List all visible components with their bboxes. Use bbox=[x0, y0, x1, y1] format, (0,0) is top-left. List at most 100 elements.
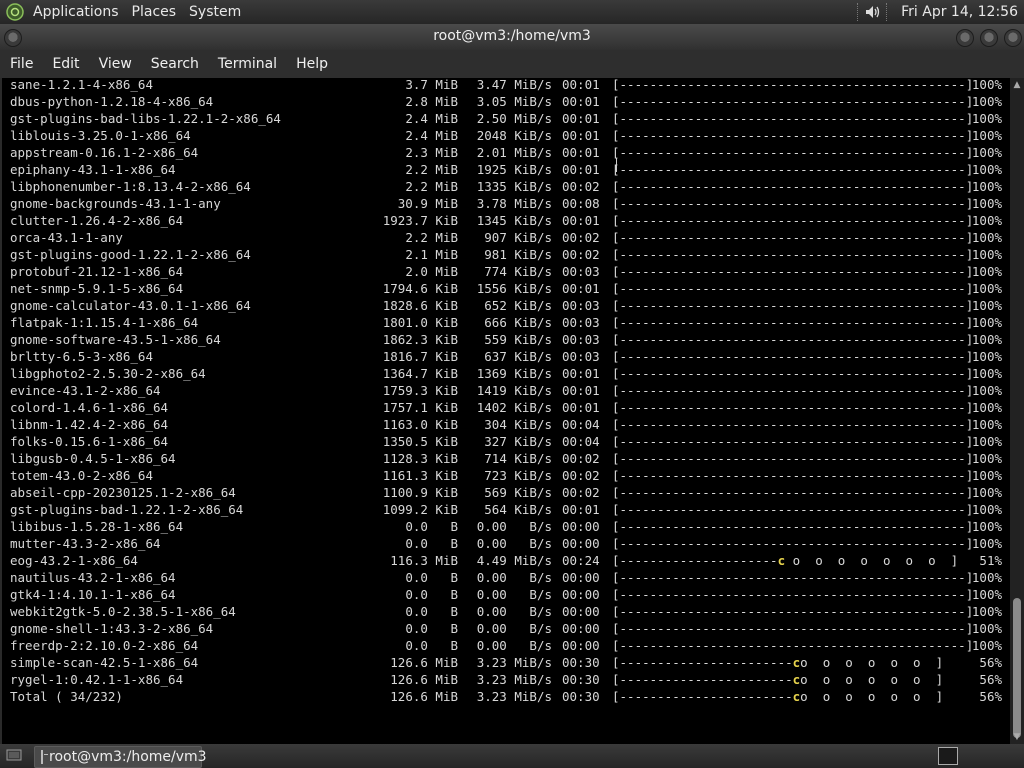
download-rate: 1925 KiB/s bbox=[476, 162, 552, 177]
clock[interactable]: Fri Apr 14, 12:56 bbox=[893, 4, 1024, 20]
package-name: freerdp-2:2.10.0-2-x86_64 bbox=[10, 638, 199, 653]
menu-file[interactable]: File bbox=[0, 56, 42, 72]
maximize-button[interactable] bbox=[980, 29, 998, 47]
download-time: 00:24 bbox=[562, 553, 600, 568]
download-rate: 1556 KiB/s bbox=[476, 281, 552, 296]
progress-percent: 100% bbox=[971, 128, 1002, 143]
download-size: 0.0 B bbox=[405, 638, 458, 653]
package-name: appstream-0.16.1-2-x86_64 bbox=[10, 145, 199, 160]
package-name: libgphoto2-2.5.30-2-x86_64 bbox=[10, 366, 206, 381]
scroll-thumb[interactable] bbox=[1013, 598, 1021, 738]
download-size: 1364.7 KiB bbox=[382, 366, 458, 381]
package-name: gst-plugins-bad-libs-1.22.1-2-x86_64 bbox=[10, 111, 281, 126]
progress-bar-fill: [---------------------------------------… bbox=[612, 621, 974, 636]
progress-bar-fill: [---------------------------------------… bbox=[612, 468, 974, 483]
download-rate: 3.05 MiB/s bbox=[476, 94, 552, 109]
package-name: colord-1.4.6-1-x86_64 bbox=[10, 400, 169, 415]
download-time: 00:04 bbox=[562, 434, 600, 449]
progress-bar: [---------------------------------------… bbox=[612, 518, 973, 535]
download-time: 00:03 bbox=[562, 264, 600, 279]
scroll-down-arrow-icon[interactable]: ▼ bbox=[1012, 732, 1022, 742]
download-size: 126.6 MiB bbox=[390, 672, 458, 687]
progress-bar-fill: [---------------------------------------… bbox=[612, 451, 974, 466]
progress-bar-fill: [---------------------------------------… bbox=[612, 78, 974, 92]
progress-percent: 56% bbox=[979, 689, 1002, 704]
package-name: gnome-software-43.5-1-x86_64 bbox=[10, 332, 221, 347]
download-size: 2.8 MiB bbox=[405, 94, 458, 109]
download-rate: 3.78 MiB/s bbox=[476, 196, 552, 211]
package-name: libgusb-0.4.5-1-x86_64 bbox=[10, 451, 176, 466]
progress-bar: [---------------------------------------… bbox=[612, 416, 973, 433]
download-rate: 723 KiB/s bbox=[484, 468, 552, 483]
mouse-ibeam-cursor bbox=[616, 158, 619, 172]
download-time: 00:01 bbox=[562, 213, 600, 228]
progress-percent: 100% bbox=[971, 604, 1002, 619]
volume-icon[interactable] bbox=[864, 3, 882, 21]
system-menu[interactable]: System bbox=[184, 4, 249, 20]
download-size: 2.2 MiB bbox=[405, 230, 458, 245]
download-size: 116.3 MiB bbox=[390, 553, 458, 568]
menu-view[interactable]: View bbox=[89, 56, 141, 72]
progress-percent: 56% bbox=[979, 672, 1002, 687]
download-time: 00:00 bbox=[562, 587, 600, 602]
menu-search[interactable]: Search bbox=[141, 56, 208, 72]
download-time: 00:01 bbox=[562, 281, 600, 296]
download-size: 2.1 MiB bbox=[405, 247, 458, 262]
download-size: 1757.1 KiB bbox=[382, 400, 458, 415]
menu-help[interactable]: Help bbox=[286, 56, 337, 72]
download-time: 00:01 bbox=[562, 94, 600, 109]
progress-percent: 100% bbox=[971, 94, 1002, 109]
terminal-output[interactable]: sane-1.2.1-4-x86_64 3.7 MiB 3.47 MiB/s 00:0… bbox=[2, 78, 1010, 744]
progress-percent: 100% bbox=[971, 570, 1002, 585]
progress-bar: [---------------------------------------… bbox=[612, 78, 973, 93]
download-time: 00:03 bbox=[562, 298, 600, 313]
download-size: 2.3 MiB bbox=[405, 145, 458, 160]
progress-bar-fill: [---------------------------------------… bbox=[612, 162, 974, 177]
download-rate: 714 KiB/s bbox=[484, 451, 552, 466]
download-rate: 564 KiB/s bbox=[484, 502, 552, 517]
progress-bar-fill: [---------------------------------------… bbox=[612, 332, 974, 347]
package-name: gnome-backgrounds-43.1-1-any bbox=[10, 196, 221, 211]
package-name: flatpak-1:1.15.4-1-x86_64 bbox=[10, 315, 199, 330]
show-desktop-icon[interactable] bbox=[6, 748, 22, 762]
progress-bar-fill: [---------------------------------------… bbox=[612, 264, 974, 279]
download-rate: 652 KiB/s bbox=[484, 298, 552, 313]
download-rate: 2.01 MiB/s bbox=[476, 145, 552, 160]
progress-bar-fill: [---------------------------------------… bbox=[612, 519, 974, 534]
workspace-switcher-icon[interactable] bbox=[938, 747, 958, 765]
progress-bar-remaining: o o o o o o ] bbox=[800, 689, 944, 704]
progress-bar-fill: [----------------------- bbox=[612, 689, 793, 704]
minimize-button[interactable] bbox=[956, 29, 974, 47]
download-size: 126.6 MiB bbox=[390, 655, 458, 670]
download-size: 3.7 MiB bbox=[405, 78, 458, 92]
menu-edit[interactable]: Edit bbox=[42, 56, 88, 72]
gnome-foot-icon[interactable] bbox=[6, 3, 24, 21]
scroll-up-arrow-icon[interactable]: ▲ bbox=[1012, 80, 1022, 90]
package-name: folks-0.15.6-1-x86_64 bbox=[10, 434, 169, 449]
applications-menu[interactable]: Applications bbox=[28, 4, 127, 20]
progress-bar-fill: [---------------------------------------… bbox=[612, 485, 974, 500]
close-button[interactable] bbox=[1004, 29, 1022, 47]
progress-bar: [---------------------------------------… bbox=[612, 467, 973, 484]
places-menu[interactable]: Places bbox=[127, 4, 185, 20]
download-time: 00:01 bbox=[562, 128, 600, 143]
download-time: 00:00 bbox=[562, 604, 600, 619]
menu-terminal[interactable]: Terminal bbox=[208, 56, 286, 72]
progress-bar-fill: [---------------------------------------… bbox=[612, 366, 974, 381]
download-time: 00:01 bbox=[562, 145, 600, 160]
taskbar-terminal-button[interactable]: root@vm3:/home/vm3 bbox=[34, 746, 207, 768]
download-rate: 2048 KiB/s bbox=[476, 128, 552, 143]
download-size: 1828.6 KiB bbox=[382, 298, 458, 313]
package-name: gnome-calculator-43.0.1-1-x86_64 bbox=[10, 298, 251, 313]
progress-bar-fill: [---------------------------------------… bbox=[612, 349, 974, 364]
download-size: 0.0 B bbox=[405, 604, 458, 619]
window-titlebar[interactable]: root@vm3:/home/vm3 bbox=[0, 24, 1024, 50]
progress-percent: 100% bbox=[971, 485, 1002, 500]
download-size: 1801.0 KiB bbox=[382, 315, 458, 330]
terminal-menubar: File Edit View Search Terminal Help bbox=[0, 50, 1024, 78]
download-size: 1350.5 KiB bbox=[382, 434, 458, 449]
download-size: 1128.3 KiB bbox=[382, 451, 458, 466]
progress-percent: 100% bbox=[971, 638, 1002, 653]
progress-bar: [---------------------------------------… bbox=[612, 195, 973, 212]
terminal-scrollbar[interactable]: ▲ ▼ bbox=[1010, 78, 1024, 744]
